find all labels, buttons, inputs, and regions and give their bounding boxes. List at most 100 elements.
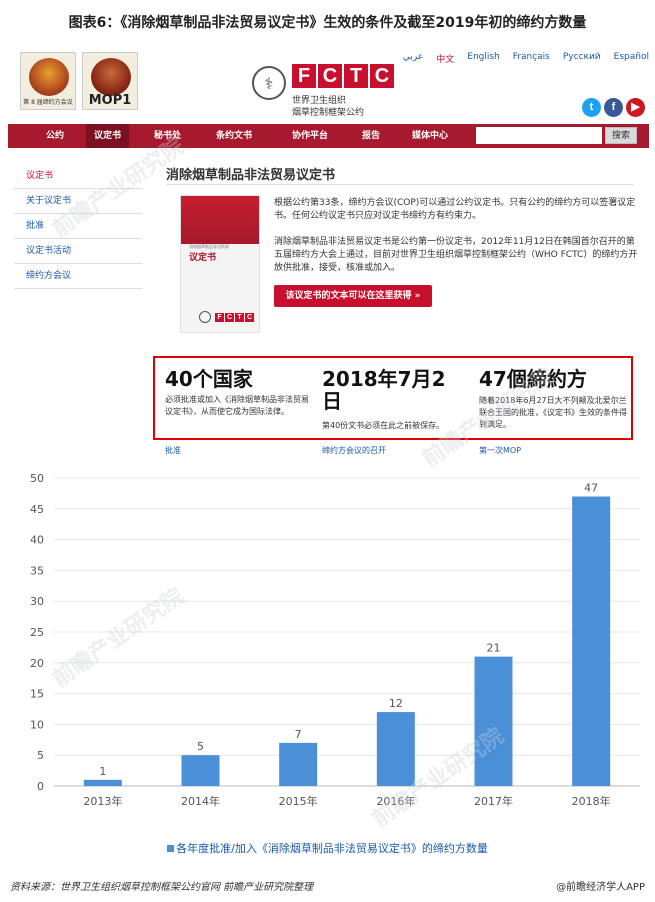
stat-countries-desc: 必须批准或加入《消除烟草制品非法贸易议定书》，从而使它成为国际法律。 xyxy=(165,395,309,416)
bar-chart: 0 5 10 15 20 25 30 35 40 45 50 1 2013年 5 2014年 7 2015年 12… xyxy=(30,472,640,808)
lang-russian[interactable]: Русский xyxy=(563,52,601,65)
brand-credit: @前瞻经济学人APP xyxy=(556,882,645,893)
data-label: 47 xyxy=(584,481,598,494)
facebook-icon[interactable]: f xyxy=(604,98,623,117)
y-tick-label: 0 xyxy=(37,780,44,793)
x-tick-label: 2015年 xyxy=(279,794,318,808)
legend-label: 各年度批准/加入《消除烟草制品非法贸易议定书》的缔约方数量 xyxy=(176,842,488,855)
protocol-paragraph: 消除烟草制品非法贸易议定书是公约第一份议定书，2012年11月12日在韩国首尔召… xyxy=(274,237,638,273)
who-emblem-icon xyxy=(199,311,211,323)
stat-parties-desc: 随着2018年6月27日大不列颠及北爱尔兰联合王国的批准，《议定书》生效的条件得… xyxy=(479,396,627,429)
lang-chinese[interactable]: 中文 xyxy=(436,52,454,65)
tree-icon xyxy=(29,58,69,96)
fctc-letter: C xyxy=(225,313,234,322)
nav-platform[interactable]: 协作平台 xyxy=(292,124,328,148)
tree-icon xyxy=(91,58,131,96)
data-label: 21 xyxy=(487,642,501,655)
twitter-icon[interactable]: t xyxy=(582,98,601,117)
x-tick-label: 2016年 xyxy=(376,794,415,808)
data-label: 5 xyxy=(197,740,204,753)
fctc-letter: C xyxy=(318,64,342,88)
mop8-logo[interactable]: 第 8 届缔约方会议 xyxy=(20,52,76,110)
nav-media[interactable]: 媒体中心 xyxy=(412,124,448,148)
sidebar-item-activities[interactable]: 议定书活动 xyxy=(14,239,142,264)
fctc-letter: F xyxy=(215,313,224,322)
lang-spanish[interactable]: Español xyxy=(614,52,649,65)
mop1-caption: MOP1 xyxy=(88,93,132,108)
stat-caption-mop[interactable]: 第一次MOP xyxy=(479,445,521,456)
language-bar: عربي 中文 English Français Русский Español xyxy=(403,52,649,65)
y-tick-label: 45 xyxy=(30,503,44,516)
x-tick-label: 2018年 xyxy=(572,794,611,808)
cover-title: 议定书 xyxy=(189,253,217,263)
fctc-letter: T xyxy=(344,64,368,88)
x-tick-label: 2017年 xyxy=(474,794,513,808)
who-emblem-icon: ⚕ xyxy=(252,66,286,100)
stat-date-desc: 第40份文书必须在此之前被保存。 xyxy=(322,421,445,430)
page-title: 消除烟草制品非法贸易议定书 xyxy=(166,168,336,183)
source-note: 资料来源：世界卫生组织烟草控制框架公约官网 前瞻产业研究院整理 xyxy=(10,882,314,893)
figure-title: 图表6：《消除烟草制品非法贸易议定书》生效的条件及截至2019年初的缔约方数量 xyxy=(68,15,587,31)
bar xyxy=(83,779,122,786)
fctc-letter: C xyxy=(245,313,254,322)
chart-legend: 各年度批准/加入《消除烟草制品非法贸易议定书》的缔约方数量 xyxy=(0,840,655,856)
y-tick-label: 40 xyxy=(30,534,44,547)
x-tick-label: 2014年 xyxy=(181,794,220,808)
search-button[interactable]: 搜索 xyxy=(605,127,637,144)
sidebar-item-mop[interactable]: 缔约方会议 xyxy=(14,264,142,289)
protocol-cover-image[interactable]: 消除烟草制品非法贸易 议定书 F C T C xyxy=(180,195,260,333)
lang-english[interactable]: English xyxy=(467,52,500,65)
nav-convention[interactable]: 公约 xyxy=(46,124,64,148)
y-tick-label: 30 xyxy=(30,595,44,608)
bar xyxy=(279,742,318,786)
stat-caption-cop[interactable]: 缔约方会议的召开 xyxy=(322,445,386,456)
fctc-letter: T xyxy=(235,313,244,322)
social-links: t f ▶ xyxy=(582,98,645,117)
intro-paragraph: 根据公约第33条，缔约方会议(COP)可以通过公约议定书。只有公约的缔约方可以签… xyxy=(274,198,636,221)
y-tick-label: 20 xyxy=(30,657,44,670)
sidebar-item-about[interactable]: 关于议定书 xyxy=(14,189,142,214)
data-label: 1 xyxy=(99,765,106,778)
mop1-logo[interactable]: MOP1 xyxy=(82,52,138,110)
divider xyxy=(166,184,634,185)
fctc-logo[interactable]: F C T C xyxy=(292,64,394,88)
bar xyxy=(376,712,415,786)
cover-red-band xyxy=(181,196,259,244)
bar xyxy=(572,496,611,786)
search-input[interactable] xyxy=(476,127,602,144)
y-tick-label: 15 xyxy=(30,688,44,701)
protocol-text-button[interactable]: 该议定书的文本可以在这里获得 » xyxy=(274,285,432,307)
stat-parties: 47個締約方 xyxy=(479,367,587,391)
y-tick-label: 50 xyxy=(30,472,44,485)
sidebar-item-ratification[interactable]: 批准 xyxy=(14,214,142,239)
bar xyxy=(181,755,220,786)
mop8-caption: 第 8 届缔约方会议 xyxy=(23,99,73,106)
y-tick-label: 35 xyxy=(30,564,44,577)
sidebar: 议定书 关于议定书 批准 议定书活动 缔约方会议 xyxy=(14,164,142,289)
fctc-letter: C xyxy=(370,64,394,88)
nav-secretariat[interactable]: 秘书处 xyxy=(154,124,181,148)
stat-countries: 40个国家 xyxy=(165,367,253,391)
nav-protocol[interactable]: 议定书 xyxy=(86,124,130,148)
site-header: 第 8 届缔约方会议 MOP1 ⚕ F C T C 世界卫生组织 烟草控制框架公… xyxy=(8,46,649,122)
y-tick-label: 25 xyxy=(30,626,44,639)
nav-reports[interactable]: 报告 xyxy=(362,124,380,148)
nav-treaty-docs[interactable]: 条约文书 xyxy=(216,124,252,148)
y-tick-label: 5 xyxy=(37,749,44,762)
youtube-icon[interactable]: ▶ xyxy=(626,98,645,117)
fctc-letter: F xyxy=(292,64,316,88)
data-label: 12 xyxy=(389,697,403,710)
stat-date: 2018年7月2日 xyxy=(322,367,446,413)
fctc-line2: 烟草控制框架公约 xyxy=(292,108,365,118)
data-label: 7 xyxy=(295,728,302,741)
stat-caption-ratification[interactable]: 批准 xyxy=(165,445,181,456)
cover-fctc-logo: F C T C xyxy=(215,313,254,322)
legend-swatch xyxy=(167,845,175,852)
lang-arabic[interactable]: عربي xyxy=(403,52,423,65)
x-tick-label: 2013年 xyxy=(83,794,122,808)
sidebar-item-protocol[interactable]: 议定书 xyxy=(14,164,142,189)
main-nav: 公约 议定书 秘书处 条约文书 协作平台 报告 媒体中心 搜索 xyxy=(8,124,649,148)
y-tick-label: 10 xyxy=(30,718,44,731)
bar xyxy=(474,656,513,786)
lang-french[interactable]: Français xyxy=(513,52,550,65)
